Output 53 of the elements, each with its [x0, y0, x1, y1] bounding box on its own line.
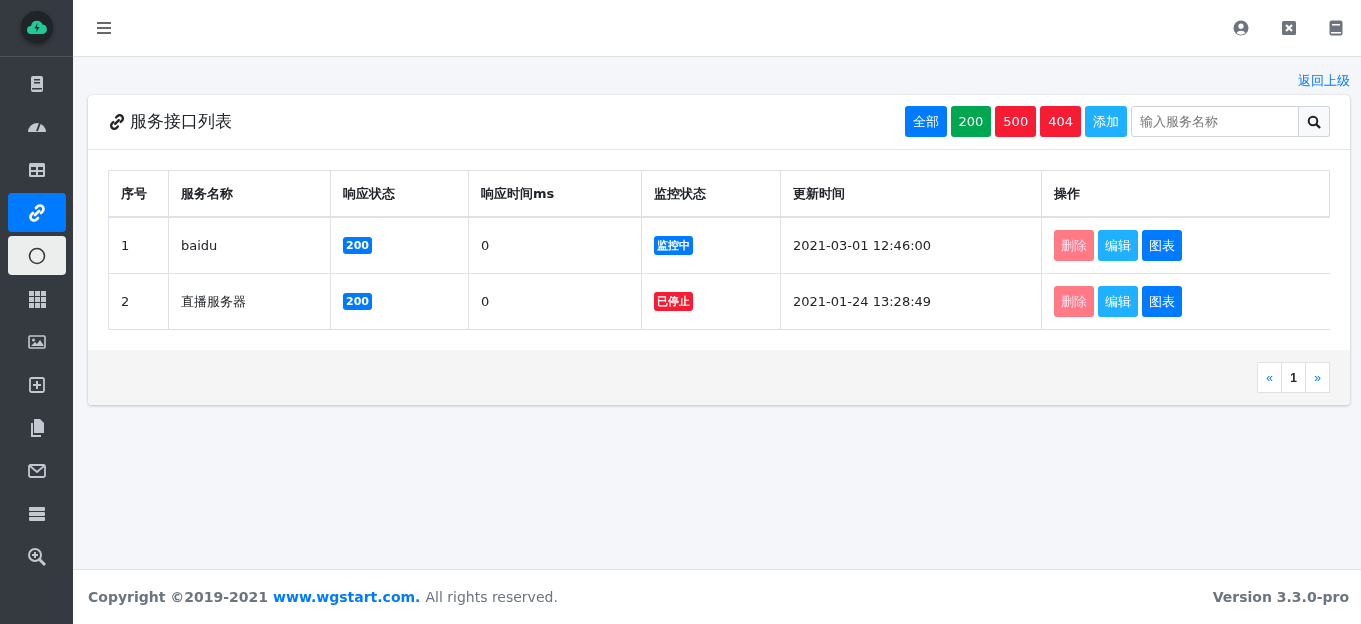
column-header: 响应时间ms — [468, 170, 642, 217]
menu-icon[interactable] — [96, 21, 112, 35]
search-icon — [1307, 114, 1321, 129]
rights-text: All rights reserved. — [425, 589, 558, 605]
monitor-badge: 监控中 — [654, 236, 693, 255]
book-icon[interactable] — [1329, 20, 1343, 36]
table-cell: 0 — [468, 273, 642, 330]
cloud-logo-icon — [20, 11, 53, 43]
table-cell: 2 — [108, 273, 169, 330]
grid-icon — [26, 288, 47, 309]
column-header: 序号 — [108, 170, 169, 217]
user-icon[interactable] — [1233, 20, 1249, 36]
website-link[interactable]: www.wgstart.com. — [273, 589, 421, 605]
link-icon — [26, 202, 47, 223]
column-header: 响应状态 — [330, 170, 469, 217]
page-button[interactable]: 1 — [1281, 362, 1306, 393]
edit-button[interactable]: 编辑 — [1098, 286, 1138, 317]
table-cell: 2021-03-01 12:46:00 — [780, 217, 1042, 274]
filter-button[interactable]: 404 — [1040, 106, 1081, 137]
chart-button[interactable]: 图表 — [1142, 230, 1182, 261]
table-cell: baidu — [168, 217, 331, 274]
edit-button[interactable]: 编辑 — [1098, 230, 1138, 261]
filter-button[interactable]: 200 — [950, 106, 992, 137]
version-text: Version 3.3.0-pro — [1212, 589, 1349, 605]
monitor-badge: 已停止 — [654, 292, 693, 311]
filter-button[interactable]: 500 — [995, 106, 1037, 137]
zoom-icon — [26, 546, 47, 567]
chart-button[interactable]: 图表 — [1142, 286, 1182, 317]
sidebar-item[interactable] — [7, 236, 66, 275]
sidebar-item[interactable] — [7, 193, 66, 232]
close-icon[interactable] — [1281, 20, 1297, 36]
column-header: 操作 — [1041, 170, 1330, 217]
filter-button[interactable]: 添加 — [1085, 106, 1127, 137]
plus-icon — [26, 374, 47, 395]
column-header: 服务名称 — [168, 170, 331, 217]
link-icon — [108, 112, 126, 131]
card-title: 服务接口列表 — [130, 110, 232, 133]
status-badge: 200 — [343, 237, 372, 254]
page-button[interactable]: « — [1257, 362, 1282, 393]
table-cell: 直播服务器 — [168, 273, 331, 330]
page-button[interactable]: » — [1305, 362, 1330, 393]
table-cell: 2021-01-24 13:28:49 — [780, 273, 1042, 330]
search-button[interactable] — [1299, 106, 1330, 137]
back-link[interactable]: 返回上级 — [1298, 72, 1350, 90]
filter-button[interactable]: 全部 — [904, 106, 947, 137]
column-header: 更新时间 — [780, 170, 1042, 217]
table-cell: 0 — [468, 217, 642, 274]
table-cell: 1 — [108, 217, 169, 274]
copyright-text: Copyright ©2019-2021 — [88, 589, 269, 605]
search-field[interactable]: 输入服务名称 — [1131, 106, 1299, 137]
status-badge: 200 — [343, 293, 372, 310]
column-header: 监控状态 — [641, 170, 781, 217]
circle-icon — [26, 245, 47, 266]
